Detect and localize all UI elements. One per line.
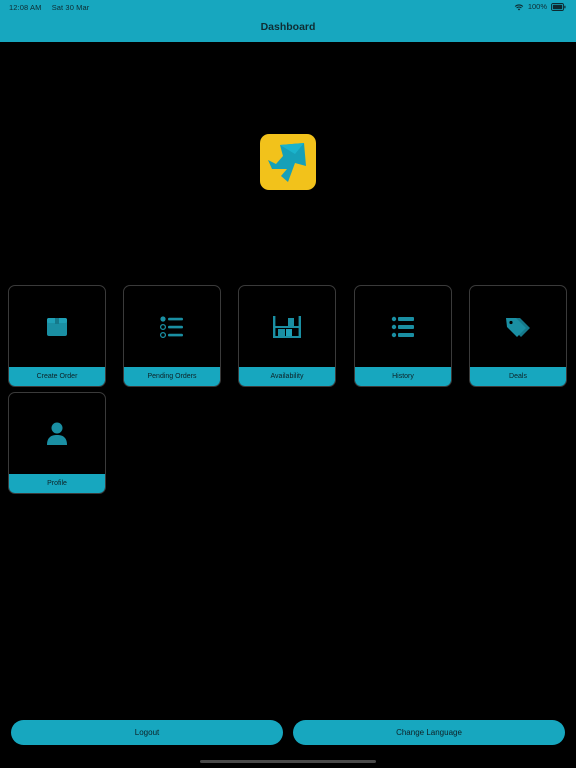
tile-deals[interactable]: Deals [469, 285, 567, 387]
tile-label: Create Order [9, 367, 105, 386]
home-indicator[interactable] [200, 760, 376, 763]
battery-percentage: 100% [527, 2, 547, 11]
box-icon [47, 318, 67, 336]
tile-availability[interactable]: Availability [238, 285, 336, 387]
tile-pending-orders[interactable]: Pending Orders [123, 285, 221, 387]
navigation-bar: 12:08 AM Sat 30 Mar 100% Dashboard [0, 0, 576, 42]
tile-label: Pending Orders [124, 367, 220, 386]
status-date: Sat 30 Mar [51, 3, 90, 12]
battery-icon [551, 2, 566, 11]
status-bar-right: 100% [514, 2, 566, 11]
logout-button[interactable]: Logout [11, 720, 283, 745]
status-time: 12:08 AM [9, 3, 42, 12]
tile-history[interactable]: History [354, 285, 452, 387]
change-language-button[interactable]: Change Language [293, 720, 565, 745]
wifi-icon [514, 3, 523, 10]
tile-label: History [355, 367, 451, 386]
tile-label: Deals [470, 367, 566, 386]
tile-label: Profile [9, 474, 105, 493]
arrow-logo-icon [268, 143, 306, 182]
page-title: Dashboard [260, 21, 316, 33]
tags-icon [506, 318, 530, 337]
tile-create-order[interactable]: Create Order [8, 285, 106, 387]
tile-label: Availability [239, 367, 335, 386]
shelf-icon [273, 316, 301, 338]
app-logo [260, 134, 316, 190]
tile-profile[interactable]: Profile [8, 392, 106, 494]
list-icon [159, 316, 183, 338]
history-list-icon [391, 316, 414, 338]
person-icon [47, 422, 67, 445]
status-bar-left: 12:08 AM Sat 30 Mar [9, 3, 97, 12]
